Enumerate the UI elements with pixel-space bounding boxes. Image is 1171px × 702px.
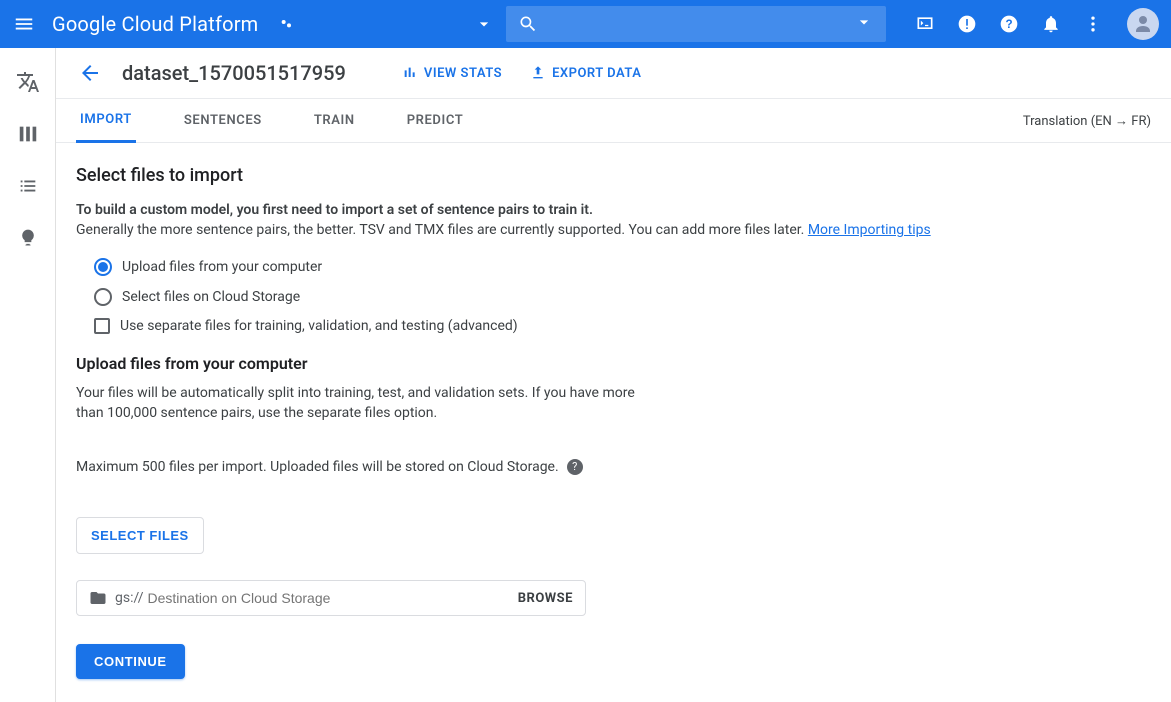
section-heading: Select files to import — [76, 165, 1151, 186]
gs-prefix: gs:// — [115, 590, 144, 606]
export-data-button[interactable]: EXPORT DATA — [530, 65, 641, 81]
view-stats-label: VIEW STATS — [424, 66, 502, 81]
back-arrow-icon[interactable] — [76, 59, 104, 87]
continue-button[interactable]: CONTINUE — [76, 644, 185, 679]
more-importing-tips-link[interactable]: More Importing tips — [808, 222, 931, 238]
notifications-icon[interactable] — [1039, 12, 1063, 36]
top-bar: Google Cloud Platform ? — [0, 0, 1171, 48]
tab-import[interactable]: IMPORT — [76, 99, 136, 143]
view-stats-button[interactable]: VIEW STATS — [402, 65, 502, 81]
project-dots-icon — [278, 15, 296, 33]
list-icon[interactable] — [16, 174, 40, 198]
translation-lang-badge: Translation (EN → FR) — [1023, 113, 1151, 129]
lead-bold: To build a custom model, you first need … — [76, 202, 593, 218]
radio-icon — [94, 288, 112, 306]
search-icon — [518, 14, 538, 34]
search-input[interactable] — [550, 16, 854, 32]
chevron-down-icon — [474, 14, 494, 34]
upload-description: Your files will be automatically split i… — [76, 383, 636, 423]
menu-icon[interactable] — [12, 12, 36, 36]
lightbulb-icon[interactable] — [16, 226, 40, 250]
source-radio-group: Upload files from your computer Select f… — [94, 258, 1151, 306]
radio-icon — [94, 258, 112, 276]
left-nav — [0, 48, 56, 702]
help-icon[interactable]: ? — [997, 12, 1021, 36]
max-files-note: Maximum 500 files per import. Uploaded f… — [76, 457, 636, 477]
tabs: IMPORT SENTENCES TRAIN PREDICT Translati… — [56, 99, 1171, 143]
advanced-checkbox-label: Use separate files for training, validat… — [120, 318, 518, 334]
translate-icon[interactable] — [16, 70, 40, 94]
upload-subheading: Upload files from your computer — [76, 354, 1151, 373]
radio-upload-label: Upload files from your computer — [122, 259, 322, 275]
svg-text:?: ? — [1005, 18, 1012, 31]
export-data-label: EXPORT DATA — [552, 66, 641, 81]
destination-input[interactable] — [148, 590, 518, 606]
radio-cloud-storage[interactable]: Select files on Cloud Storage — [94, 288, 1151, 306]
radio-cloud-label: Select files on Cloud Storage — [122, 289, 300, 305]
chevron-down-icon — [854, 12, 874, 36]
cloud-shell-icon[interactable] — [913, 12, 937, 36]
page-header: dataset_1570051517959 VIEW STATS EXPORT … — [56, 48, 1171, 99]
search-box[interactable] — [506, 6, 886, 42]
tab-train[interactable]: TRAIN — [310, 99, 359, 143]
max-files-text: Maximum 500 files per import. Uploaded f… — [76, 457, 559, 477]
checkbox-icon — [94, 318, 110, 334]
tab-predict[interactable]: PREDICT — [403, 99, 468, 143]
datasets-icon[interactable] — [16, 122, 40, 146]
platform-title: Google Cloud Platform — [52, 12, 258, 36]
select-files-button[interactable]: SELECT FILES — [76, 517, 204, 554]
help-icon[interactable]: ? — [567, 459, 583, 475]
project-selector[interactable] — [278, 14, 494, 34]
dataset-title: dataset_1570051517959 — [122, 61, 346, 85]
advanced-checkbox-row[interactable]: Use separate files for training, validat… — [94, 318, 1151, 334]
account-avatar[interactable] — [1127, 8, 1159, 40]
lead-rest: Generally the more sentence pairs, the b… — [76, 222, 808, 238]
radio-upload-computer[interactable]: Upload files from your computer — [94, 258, 1151, 276]
lead-text: To build a custom model, you first need … — [76, 200, 1151, 240]
folder-icon — [89, 589, 107, 607]
more-vert-icon[interactable] — [1081, 12, 1105, 36]
destination-row: gs:// BROWSE — [76, 580, 586, 616]
alert-icon[interactable] — [955, 12, 979, 36]
main-content: Select files to import To build a custom… — [56, 143, 1171, 702]
tab-sentences[interactable]: SENTENCES — [180, 99, 266, 143]
browse-button[interactable]: BROWSE — [518, 591, 573, 606]
